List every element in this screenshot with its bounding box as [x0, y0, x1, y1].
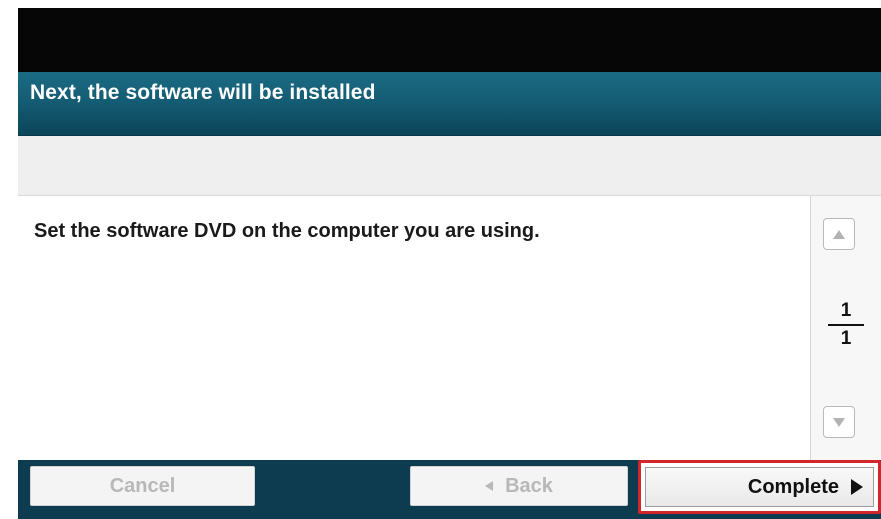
back-label: Back	[505, 474, 553, 497]
page-indicator: 1 1	[828, 300, 864, 350]
cancel-label: Cancel	[109, 474, 176, 497]
right-triangle-icon	[851, 479, 863, 495]
back-button[interactable]: Back	[410, 466, 628, 506]
down-triangle-icon	[833, 417, 845, 427]
scroll-down-button[interactable]	[823, 406, 855, 438]
left-triangle-icon	[485, 481, 494, 491]
subheader-bar	[18, 136, 881, 196]
complete-button-face[interactable]: Complete	[645, 467, 874, 507]
up-triangle-icon	[833, 229, 845, 239]
total-pages-number: 1	[840, 328, 852, 349]
printer-panel-screen: Next, the software will be installed Set…	[0, 0, 881, 519]
page-title: Next, the software will be installed	[30, 81, 376, 104]
scroll-up-button[interactable]	[823, 218, 855, 250]
instruction-message: Set the software DVD on the computer you…	[34, 220, 540, 242]
page-scroller: 1 1	[810, 196, 881, 460]
complete-button[interactable]: Complete	[638, 460, 881, 514]
complete-label: Complete	[747, 475, 839, 498]
fraction-divider	[828, 324, 864, 326]
top-black-bar	[18, 8, 881, 72]
current-page-number: 1	[840, 300, 852, 321]
message-area: Set the software DVD on the computer you…	[18, 196, 811, 460]
title-bar: Next, the software will be installed	[18, 72, 881, 136]
cancel-button[interactable]: Cancel	[30, 466, 255, 506]
footer-bar: Cancel Back Complete	[18, 460, 881, 519]
